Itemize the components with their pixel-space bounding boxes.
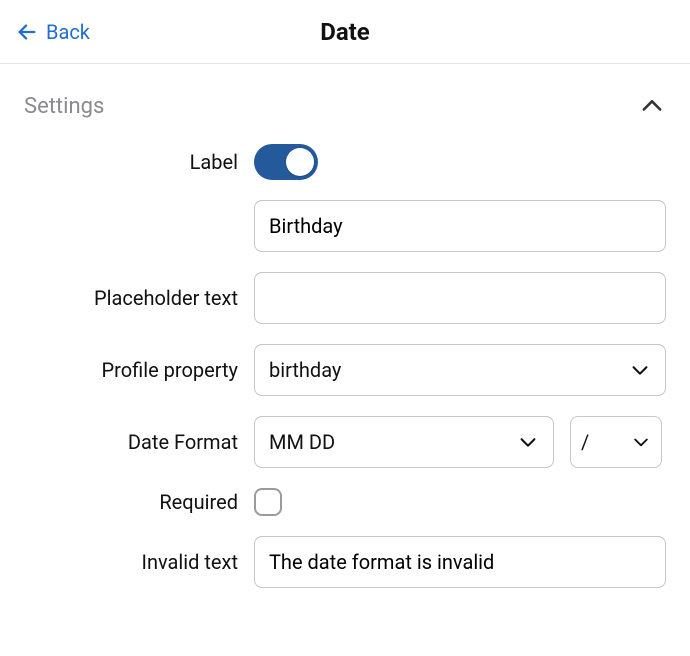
date-format-label: Date Format bbox=[24, 430, 254, 454]
date-separator-value: / bbox=[581, 430, 589, 454]
label-input-wrapper bbox=[254, 200, 666, 252]
label-field-label: Label bbox=[24, 150, 254, 174]
placeholder-input[interactable] bbox=[269, 273, 651, 323]
section-header: Settings bbox=[0, 64, 690, 128]
profile-property-value: birthday bbox=[269, 358, 341, 382]
chevron-down-icon bbox=[517, 431, 539, 453]
profile-property-select[interactable]: birthday bbox=[254, 344, 666, 396]
date-format-select[interactable]: MM DD bbox=[254, 416, 554, 468]
back-label: Back bbox=[46, 20, 90, 44]
placeholder-input-wrapper bbox=[254, 272, 666, 324]
label-toggle[interactable] bbox=[254, 144, 318, 180]
collapse-section-button[interactable] bbox=[638, 92, 666, 120]
invalid-text-input[interactable] bbox=[269, 537, 651, 587]
date-separator-select[interactable]: / bbox=[570, 416, 662, 468]
placeholder-field-label: Placeholder text bbox=[24, 286, 254, 310]
page-header: Back Date bbox=[0, 0, 690, 64]
chevron-up-icon bbox=[638, 92, 666, 120]
chevron-down-icon bbox=[631, 432, 651, 452]
settings-form: Label Placeholder text Profile property … bbox=[0, 128, 690, 612]
arrow-left-icon bbox=[16, 21, 38, 43]
chevron-down-icon bbox=[629, 359, 651, 381]
page-title: Date bbox=[320, 18, 370, 46]
toggle-knob bbox=[286, 148, 314, 176]
invalid-text-label: Invalid text bbox=[24, 550, 254, 574]
date-format-value: MM DD bbox=[269, 430, 335, 454]
required-checkbox[interactable] bbox=[254, 488, 282, 516]
invalid-text-input-wrapper bbox=[254, 536, 666, 588]
section-title: Settings bbox=[24, 94, 104, 119]
profile-property-label: Profile property bbox=[24, 358, 254, 382]
back-button[interactable]: Back bbox=[16, 20, 90, 44]
label-input[interactable] bbox=[269, 201, 651, 251]
required-label: Required bbox=[24, 490, 254, 514]
